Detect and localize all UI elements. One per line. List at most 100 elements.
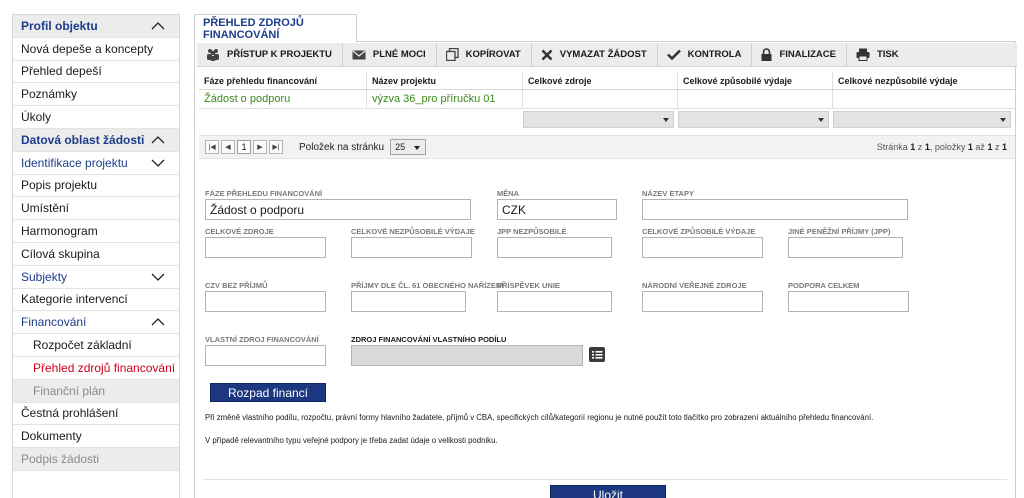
sidebar-item-label: Nová depeše a koncepty [21,41,154,56]
sidebar-item-prehled-zdroju[interactable]: Přehled zdrojů financování [13,357,179,380]
kontrola-button[interactable]: KONTROLA [658,43,753,66]
sidebar-header-datova-oblast[interactable]: Datová oblast žádosti [13,128,179,152]
per-page-select[interactable]: 25 [390,139,427,155]
sidebar-item-label: Profil objektu [21,18,98,33]
sidebar-item-prehled-depesi[interactable]: Přehled depeší [13,61,179,84]
sidebar-item-label: Přehled depeší [21,64,102,79]
last-page-icon[interactable]: ▶| [269,140,283,154]
sidebar-item-rozpocet-zakladni[interactable]: Rozpočet základní [13,334,179,357]
jine-penezni-field[interactable] [788,237,903,258]
podpora-field[interactable] [788,291,909,312]
narodni-label: NÁRODNÍ VEŘEJNÉ ZDROJE [642,281,747,290]
toolbar-button-label: PŘÍSTUP K PROJEKTU [227,49,332,60]
toolbar-button-label: FINALIZACE [779,49,836,60]
sidebar-item-nova-depese[interactable]: Nová depeše a koncepty [13,38,179,61]
grid-header: Fáze přehledu financování Název projektu… [199,72,1015,90]
sidebar-item-cestna-prohlaseni[interactable]: Čestná prohlášení [13,403,179,426]
pristup-k-projektu-button[interactable]: PŘÍSTUP K PROJEKTU [197,43,343,66]
table-row[interactable]: Žádost o podporu výzva 36_pro příručku 0… [199,90,1015,109]
per-page-label: Položek na stránku [299,141,385,153]
grid-column-header[interactable]: Celkové zdroje [523,72,678,89]
pager-value: 1 [987,142,993,152]
celkove-zdroje-field[interactable] [205,237,326,258]
nazev-etapy-field[interactable] [642,199,908,220]
jine-penezni-label: JINÉ PENĚŽNÍ PŘÍJMY (JPP) [788,227,891,236]
tab-prehled-zdroju[interactable]: PŘEHLED ZDROJŮ FINANCOVÁNÍ [194,14,357,42]
filter-select-celkove-zdroje[interactable] [523,111,674,128]
table-cell: výzva 36_pro příručku 01 [367,90,523,108]
plne-moci-button[interactable]: PLNÉ MOCI [343,43,437,66]
podpora-label: PODPORA CELKEM [788,281,860,290]
sidebar-item-poznamky[interactable]: Poznámky [13,83,179,107]
grid-column-header[interactable]: Fáze přehledu financování [199,72,367,89]
grid-column-header[interactable]: Název projektu [367,72,523,89]
pager-info: Stránka 1 z 1, položky 1 až 1 z 1 [877,142,1007,152]
chevron-up-icon [151,318,165,326]
vlastni-label: VLASTNÍ ZDROJ FINANCOVÁNÍ [205,335,319,344]
celkove-zdroje-label: CELKOVÉ ZDROJE [205,227,274,236]
prev-page-icon[interactable]: ◀ [221,140,235,154]
chevron-up-icon [151,21,165,30]
lock-icon [761,48,772,61]
pager: |◀ ◀ 1 ▶ ▶| Položek na stránku 25 Stránk… [199,135,1015,159]
vymazat-zadost-button[interactable]: VYMAZAT ŽÁDOST [532,43,658,66]
sidebar: Profil objektu Nová depeše a koncepty Př… [12,14,180,498]
list-icon[interactable] [589,347,605,362]
sidebar-item-popis-projektu[interactable]: Popis projektu [13,175,179,198]
czv-label: CZV BEZ PŘÍJMŮ [205,281,268,290]
toolbar-button-label: KOPÍROVAT [465,49,521,60]
sidebar-item-label: Harmonogram [21,224,98,239]
faze-label: FÁZE PŘEHLEDU FINANCOVÁNÍ [205,189,323,198]
people-icon [207,49,219,61]
page-number-input[interactable]: 1 [237,140,251,154]
next-page-icon[interactable]: ▶ [253,140,267,154]
sidebar-item-harmonogram[interactable]: Harmonogram [13,220,179,243]
table-cell [833,90,1015,108]
sidebar-item-ukoly[interactable]: Úkoly [13,106,179,129]
sidebar-item-financni-plan[interactable]: Finanční plán [13,379,179,403]
mena-field[interactable]: CZK [497,199,617,220]
sidebar-item-label: Dokumenty [21,429,82,444]
vlastni-field[interactable] [205,345,326,366]
filter-select-zpusobile-vydaje[interactable] [678,111,829,128]
grid-filter-row [199,111,1015,131]
grid-column-header[interactable]: Celkové způsobilé výdaje [678,72,833,89]
sidebar-section-financovani[interactable]: Financování [13,311,179,335]
sidebar-item-umisteni[interactable]: Umístění [13,197,179,221]
zdroj-vlastniho-field[interactable] [351,345,583,366]
save-button[interactable]: Uložit [550,485,666,498]
prijmy-field[interactable] [351,291,466,312]
table-cell [523,90,678,108]
sidebar-item-label: Rozpočet základní [33,338,132,353]
finalizace-button[interactable]: FINALIZACE [752,43,847,66]
jpp-nezpusobile-field[interactable] [497,237,612,258]
tisk-button[interactable]: TISK [847,43,909,66]
prispevek-field[interactable] [497,291,612,312]
sidebar-item-dokumenty[interactable]: Dokumenty [13,425,179,449]
sidebar-item-label: Umístění [21,201,70,216]
jpp-nezpusobile-label: JPP NEZPŮSOBILÉ [497,227,567,236]
sidebar-item-podpis-zadosti[interactable]: Podpis žádosti [13,448,179,471]
narodni-field[interactable] [642,291,763,312]
celkove-zpusobile-field[interactable] [642,237,763,258]
copy-icon [445,48,459,61]
rozpad-financi-button[interactable]: Rozpad financí [210,383,326,402]
grid-column-header[interactable]: Celkové nezpůsobilé výdaje [833,72,1015,89]
czv-field[interactable] [205,291,326,312]
info-note: V případě relevantního typu veřejné podp… [205,436,498,445]
main-content: PŘEHLED ZDROJŮ FINANCOVÁNÍ PŘÍSTUP K PRO… [194,14,1017,498]
celkove-nezpusobile-field[interactable] [351,237,472,258]
sidebar-section-identifikace[interactable]: Identifikace projektu [13,151,179,175]
check-icon [666,49,681,60]
sidebar-item-label: Kategorie intervencí [21,292,128,307]
faze-field[interactable]: Žádost o podporu [205,199,471,220]
sidebar-section-subjekty[interactable]: Subjekty [13,265,179,289]
filter-select-nezpusobile-vydaje[interactable] [833,111,1011,128]
sidebar-item-cilova-skupina[interactable]: Cílová skupina [13,243,179,266]
sidebar-header-profil-objektu[interactable]: Profil objektu [13,15,179,38]
kopirovat-button[interactable]: KOPÍROVAT [437,43,532,66]
tab-panel: PŘÍSTUP K PROJEKTU PLNÉ MOCI KOPÍROVAT V… [194,41,1017,498]
cross-icon [541,49,553,60]
first-page-icon[interactable]: |◀ [205,140,219,154]
sidebar-item-kategorie-intervenci[interactable]: Kategorie intervencí [13,289,179,312]
